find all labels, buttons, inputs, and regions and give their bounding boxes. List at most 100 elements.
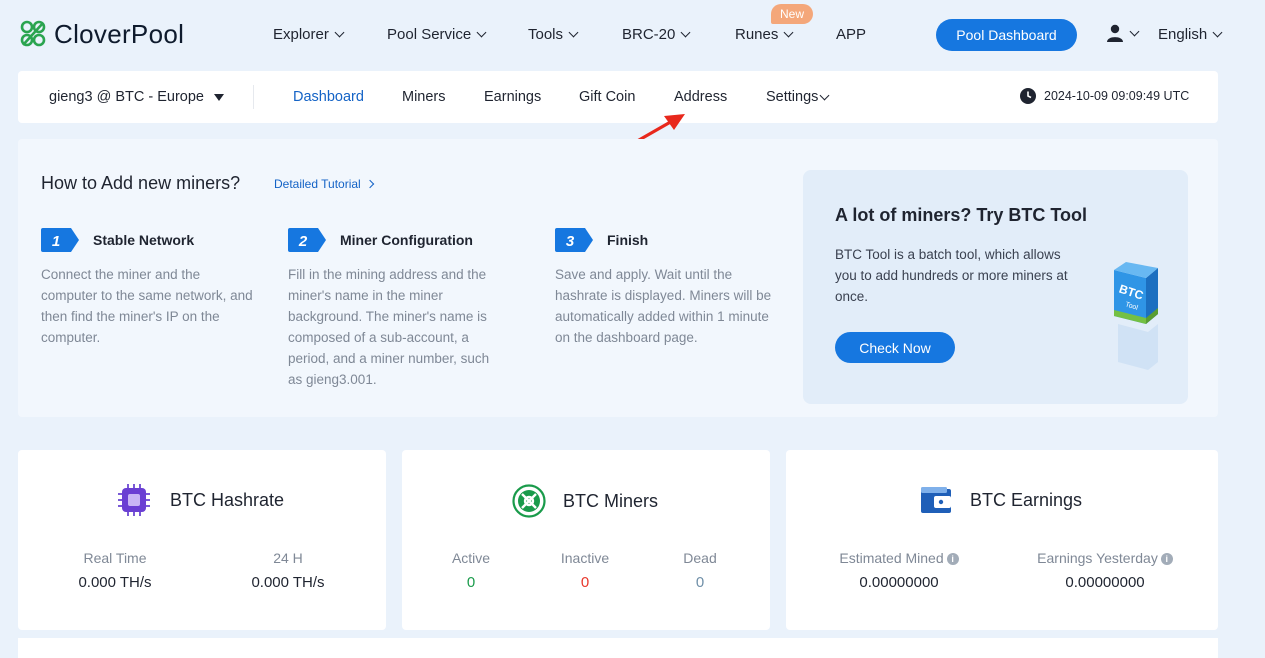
tab-settings-label: Settings	[766, 89, 819, 105]
nav-pool-service-label: Pool Service	[387, 26, 472, 43]
24h-value: 0.000 TH/s	[251, 574, 325, 591]
step-desc-line: automatically added within 1 minute	[555, 309, 769, 324]
chevron-down-icon	[783, 27, 794, 38]
brand-logo[interactable]: CloverPool	[18, 18, 184, 50]
chevron-down-icon	[1129, 26, 1140, 36]
step-number: 3	[566, 233, 575, 250]
miners-inactive[interactable]: Inactive 0	[550, 550, 620, 591]
user-icon	[1107, 24, 1123, 42]
nav-app-label: APP	[836, 26, 867, 43]
earnings-yesterday-text: Earnings Yesterday	[1037, 550, 1158, 566]
step-desc-line: computer.	[41, 330, 101, 345]
brand-name: CloverPool	[54, 18, 185, 49]
info-icon[interactable]: i	[946, 553, 959, 566]
earnings-estimated: Estimated Mined i 0.00000000	[824, 550, 974, 591]
dead-label: Dead	[683, 550, 717, 566]
language-selector[interactable]: English	[1158, 26, 1223, 43]
earnings-card: BTC Earnings Estimated Mined i 0.00000000…	[786, 450, 1218, 630]
nav-brc20-label: BRC-20	[622, 26, 676, 43]
nav-tools[interactable]: Tools	[528, 26, 579, 43]
chevron-right-icon	[365, 179, 374, 189]
check-now-button[interactable]: Check Now	[835, 332, 955, 363]
dead-count: 0	[695, 574, 705, 591]
chevron-down-icon	[334, 27, 345, 38]
server-time: 2024-10-09 09:09:49 UTC	[1020, 88, 1189, 104]
hashrate-card: BTC Hashrate Real Time 0.000 TH/s 24 H 0…	[18, 450, 386, 630]
step-desc-line: Save and apply. Wait until the	[555, 267, 733, 282]
tool-desc-line: BTC Tool is a batch tool, which allows	[835, 247, 1061, 262]
miners-dead[interactable]: Dead 0	[665, 550, 735, 591]
step-desc-line: composed of a sub-account, a	[288, 330, 469, 345]
account-selector[interactable]: gieng3 @ BTC - Europe	[49, 89, 224, 105]
pool-dashboard-button[interactable]: Pool Dashboard	[936, 19, 1077, 51]
account-label: gieng3 @ BTC - Europe	[49, 89, 204, 105]
nav-explorer[interactable]: Explorer	[273, 26, 345, 43]
timestamp: 2024-10-09 09:09:49 UTC	[1044, 89, 1190, 103]
nav-explorer-label: Explorer	[273, 26, 329, 43]
step-desc-line: hashrate is displayed. Miners will be	[555, 288, 772, 303]
hashrate-24h: 24 H 0.000 TH/s	[238, 550, 338, 591]
earnings-title: BTC Earnings	[970, 489, 1083, 510]
step-3-desc: Save and apply. Wait until the hashrate …	[555, 264, 771, 348]
step-number-icon: 1	[41, 228, 79, 252]
next-section-card	[18, 638, 1218, 658]
step-number: 2	[298, 233, 308, 250]
detailed-tutorial-link[interactable]: Detailed Tutorial	[274, 177, 374, 191]
user-menu[interactable]	[1106, 24, 1140, 42]
step-desc-line: as gieng3.001.	[288, 372, 377, 387]
new-badge: New	[771, 4, 814, 24]
step-1-header: 1 Stable Network	[41, 228, 194, 252]
tab-dashboard[interactable]: Dashboard	[293, 89, 364, 105]
inactive-label: Inactive	[560, 550, 610, 566]
step-desc-line: period, and a miner number, such	[288, 351, 490, 366]
nav-brc20[interactable]: BRC-20	[622, 26, 691, 43]
divider	[253, 85, 254, 109]
inactive-count: 0	[580, 574, 590, 591]
step-desc-line: then find the miner's IP on the	[41, 309, 220, 324]
step-title: Finish	[607, 232, 649, 248]
tab-earnings[interactable]: Earnings	[484, 89, 541, 105]
step-title: Miner Configuration	[340, 232, 473, 248]
realtime-value: 0.000 TH/s	[78, 574, 152, 591]
step-number: 1	[52, 233, 60, 250]
step-desc-line: miner's name in the miner	[288, 288, 443, 303]
btc-tool-desc: BTC Tool is a batch tool, which allows y…	[835, 244, 1090, 307]
step-title: Stable Network	[93, 232, 195, 248]
btc-tool-title: A lot of miners? Try BTC Tool	[835, 205, 1087, 225]
miners-card: BTC Miners Active 0 Inactive 0 Dead 0	[402, 450, 770, 630]
miner-icon	[512, 484, 546, 518]
active-label: Active	[451, 550, 491, 566]
tab-settings[interactable]: Settings	[766, 89, 830, 105]
tool-desc-line: once.	[835, 289, 869, 304]
tool-desc-line: you to add hundreds or more miners at	[835, 268, 1068, 283]
tab-miners[interactable]: Miners	[402, 89, 446, 105]
earnings-yesterday-value: 0.00000000	[1065, 574, 1145, 591]
chevron-down-icon	[476, 27, 487, 38]
clock-icon	[1020, 88, 1036, 104]
tab-address[interactable]: Address	[674, 89, 727, 105]
step-desc-line: Connect the miner and the	[41, 267, 201, 282]
miners-title: BTC Miners	[563, 490, 659, 511]
howto-title: How to Add new miners?	[41, 173, 241, 193]
hashrate-card-header: BTC Hashrate	[116, 482, 284, 518]
step-desc-line: computer to the same network, and	[41, 288, 253, 303]
nav-runes-label: Runes	[735, 26, 779, 43]
nav-app[interactable]: APP	[836, 26, 866, 43]
miners-active[interactable]: Active 0	[436, 550, 506, 591]
nav-pool-service[interactable]: Pool Service	[387, 26, 487, 43]
tab-gift-coin[interactable]: Gift Coin	[579, 89, 635, 105]
clover-icon	[20, 20, 46, 47]
tutorial-link-label: Detailed Tutorial	[274, 177, 361, 191]
info-icon[interactable]: i	[1160, 553, 1173, 566]
hashrate-title: BTC Hashrate	[170, 489, 285, 510]
chevron-down-icon	[819, 90, 830, 100]
step-3-header: 3 Finish	[555, 228, 648, 252]
wallet-icon	[921, 487, 951, 513]
chevron-down-icon	[680, 27, 691, 38]
24h-label: 24 H	[273, 550, 303, 566]
realtime-label: Real Time	[83, 550, 147, 566]
nav-runes[interactable]: Runes	[735, 26, 794, 43]
estimated-mined-label: Estimated Mined i	[824, 550, 974, 566]
step-1-desc: Connect the miner and the computer to th…	[41, 264, 253, 348]
miners-card-header: BTC Miners	[512, 484, 658, 518]
